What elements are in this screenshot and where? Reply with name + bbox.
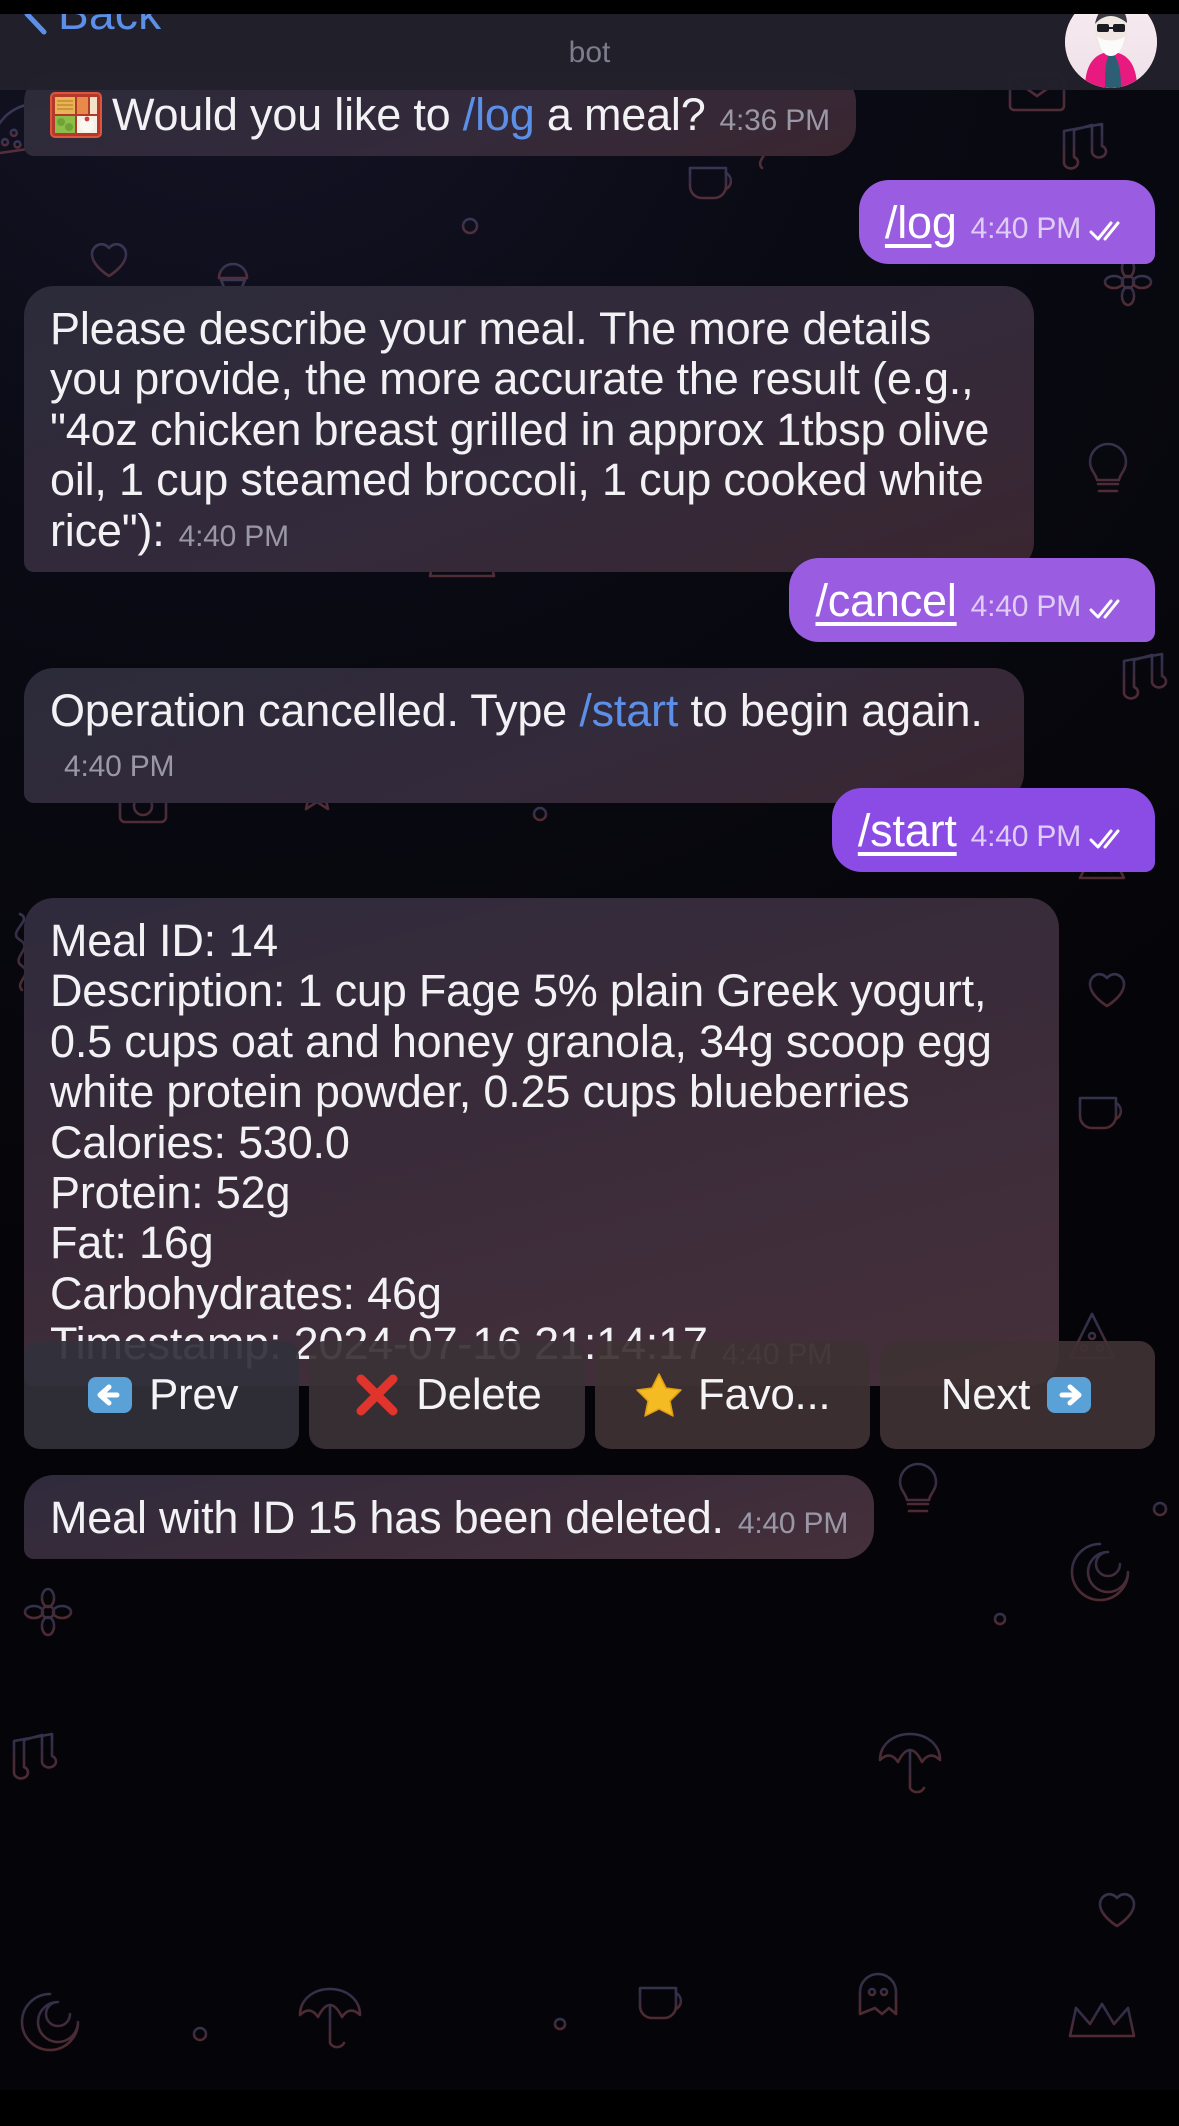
incoming-message-bubble[interactable]: Operation cancelled. Type /start to begi…	[24, 668, 1024, 803]
letterbox-top	[0, 0, 1179, 14]
arrow-left-emoji-icon	[85, 1370, 135, 1420]
avatar[interactable]	[1065, 14, 1157, 88]
message-list[interactable]: Would you like to /log a meal? 4:36 PM /l…	[0, 72, 1179, 2086]
message-meta: 4:40 PM	[64, 750, 175, 784]
message-row: Meal with ID 15 has been deleted. 4:40 PM	[0, 1475, 1179, 1560]
message-row: /cancel 4:40 PM	[0, 558, 1179, 643]
outgoing-message-bubble[interactable]: /cancel 4:40 PM	[789, 558, 1155, 643]
message-timestamp: 4:36 PM	[719, 104, 831, 137]
delete-button[interactable]: Delete	[309, 1341, 585, 1449]
message-meta: 4:40 PM	[971, 214, 1129, 244]
command-link-start[interactable]: /start	[579, 685, 678, 736]
message-row: /log 4:40 PM	[0, 180, 1179, 265]
read-receipt-double-check-icon	[1089, 826, 1129, 852]
meal-fat-line: Fat: 16g	[50, 1217, 214, 1269]
message-timestamp: 4:40 PM	[64, 750, 175, 784]
message-timestamp: 4:40 PM	[970, 820, 1082, 853]
command-text-start[interactable]: /start	[858, 805, 957, 856]
next-button[interactable]: Next	[879, 1341, 1155, 1449]
meal-calories-line: Calories: 530.0	[50, 1116, 350, 1168]
command-text-cancel[interactable]: /cancel	[815, 575, 956, 626]
next-button-label: Next	[940, 1370, 1031, 1419]
message-timestamp: 4:40 PM	[970, 590, 1082, 623]
message-text: Meal with ID 15 has been deleted.	[50, 1492, 724, 1543]
delete-button-label: Delete	[416, 1370, 542, 1419]
message-meta: 4:40 PM	[737, 1507, 849, 1540]
message-row: Meal ID: 14 Description: 1 cup Fage 5% p…	[0, 898, 1179, 1386]
favorite-button[interactable]: Favo...	[594, 1341, 870, 1449]
message-timestamp: 4:40 PM	[178, 519, 290, 553]
meal-detail-bubble[interactable]: Meal ID: 14 Description: 1 cup Fage 5% p…	[24, 898, 1059, 1386]
message-meta: 4:36 PM	[719, 104, 831, 137]
read-receipt-double-check-icon	[1089, 218, 1129, 244]
meal-description-line: Description: 1 cup Fage 5% plain Greek y…	[50, 965, 992, 1118]
meal-id-line: Meal ID: 14	[50, 915, 278, 966]
command-text-log[interactable]: /log	[885, 197, 957, 248]
message-row: Operation cancelled. Type /start to begi…	[0, 668, 1179, 803]
bento-box-emoji-icon	[50, 92, 102, 138]
message-timestamp: 4:40 PM	[737, 1507, 849, 1540]
message-text-before: Operation cancelled. Type	[50, 685, 580, 736]
meal-carbs-line: Carbohydrates: 46g	[50, 1267, 442, 1319]
incoming-message-bubble[interactable]: Please describe your meal. The more deta…	[24, 286, 1034, 572]
message-text-after: a meal?	[534, 89, 706, 140]
message-meta: 4:40 PM	[971, 592, 1129, 622]
incoming-message-bubble[interactable]: Meal with ID 15 has been deleted. 4:40 PM	[24, 1475, 875, 1560]
cross-mark-emoji-icon	[352, 1370, 402, 1420]
prev-button[interactable]: Prev	[24, 1341, 300, 1449]
chat-title: bot	[568, 36, 611, 69]
message-text-before: Would you like to	[112, 89, 463, 140]
star-emoji-icon	[634, 1370, 684, 1420]
outgoing-message-bubble[interactable]: /start 4:40 PM	[831, 788, 1155, 873]
message-row: /start 4:40 PM	[0, 788, 1179, 873]
phone-screen: Back bot	[0, 0, 1179, 2126]
message-text-after: to begin again.	[678, 685, 983, 736]
inline-keyboard[interactable]: Prev Delete Favo... Next	[24, 1341, 1155, 1449]
favorite-button-label: Favo...	[697, 1370, 831, 1419]
outgoing-message-bubble[interactable]: /log 4:40 PM	[858, 180, 1155, 265]
meal-protein-line: Protein: 52g	[50, 1166, 291, 1218]
read-receipt-double-check-icon	[1089, 596, 1129, 622]
command-link-log[interactable]: /log	[463, 89, 535, 140]
message-timestamp: 4:40 PM	[970, 212, 1082, 245]
message-meta: 4:40 PM	[178, 519, 290, 553]
message-row: Please describe your meal. The more deta…	[0, 286, 1179, 572]
message-meta: 4:40 PM	[971, 822, 1129, 852]
letterbox-bottom	[0, 2090, 1179, 2126]
chat-header: Back bot	[0, 14, 1179, 90]
arrow-right-emoji-icon	[1044, 1370, 1094, 1420]
message-text: Please describe your meal. The more deta…	[50, 303, 990, 556]
prev-button-label: Prev	[148, 1370, 239, 1419]
